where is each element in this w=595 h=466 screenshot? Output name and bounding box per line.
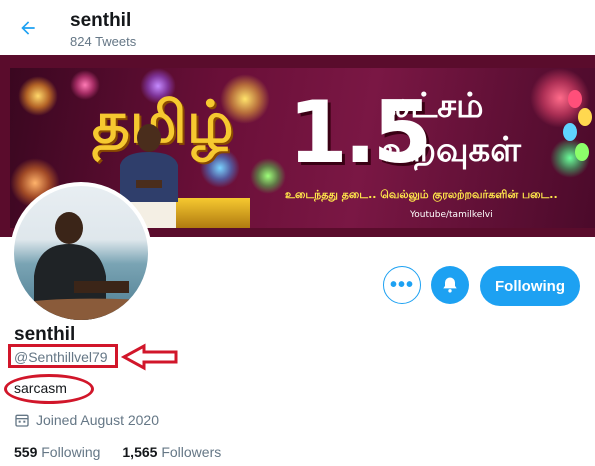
header-name: senthil bbox=[70, 10, 132, 31]
banner-channel: Youtube/tamilkelvi bbox=[410, 210, 493, 220]
tweet-count: 824 Tweets bbox=[70, 34, 137, 49]
followers-stat[interactable]: 1,565 Followers bbox=[122, 444, 221, 460]
avatar-photo bbox=[14, 186, 148, 320]
bell-notify-icon bbox=[443, 277, 457, 293]
following-count: 559 bbox=[14, 444, 38, 460]
banner-line1: லட்சம் bbox=[382, 86, 484, 126]
annotation-arrow-icon bbox=[120, 343, 178, 371]
avatar-person bbox=[14, 212, 148, 320]
avatar[interactable] bbox=[10, 182, 152, 324]
arrow-left-icon bbox=[21, 21, 35, 35]
follow-stats: 559 Following 1,565 Followers bbox=[14, 444, 221, 460]
annotation-box bbox=[8, 344, 118, 368]
more-button[interactable]: ••• bbox=[383, 266, 421, 304]
followers-label: Followers bbox=[161, 444, 222, 460]
joined-text: Joined August 2020 bbox=[36, 412, 159, 428]
back-button[interactable] bbox=[10, 10, 46, 46]
following-button[interactable]: Following bbox=[480, 266, 580, 306]
banner-subtitle: உடைந்தது தடை.. வெல்லும் குரலற்றவர்களின் … bbox=[285, 188, 558, 201]
following-stat[interactable]: 559 Following bbox=[14, 444, 100, 460]
joined-date: Joined August 2020 bbox=[14, 412, 159, 428]
banner-line2: உறவுகள் bbox=[382, 130, 521, 170]
following-label: Following bbox=[41, 444, 101, 460]
profile-name: senthil bbox=[14, 324, 76, 345]
calendar-icon bbox=[15, 414, 29, 427]
annotation-ellipse bbox=[4, 374, 94, 404]
more-dots-icon: ••• bbox=[389, 274, 414, 296]
followers-count: 1,565 bbox=[122, 444, 158, 460]
notifications-button[interactable] bbox=[431, 266, 469, 304]
